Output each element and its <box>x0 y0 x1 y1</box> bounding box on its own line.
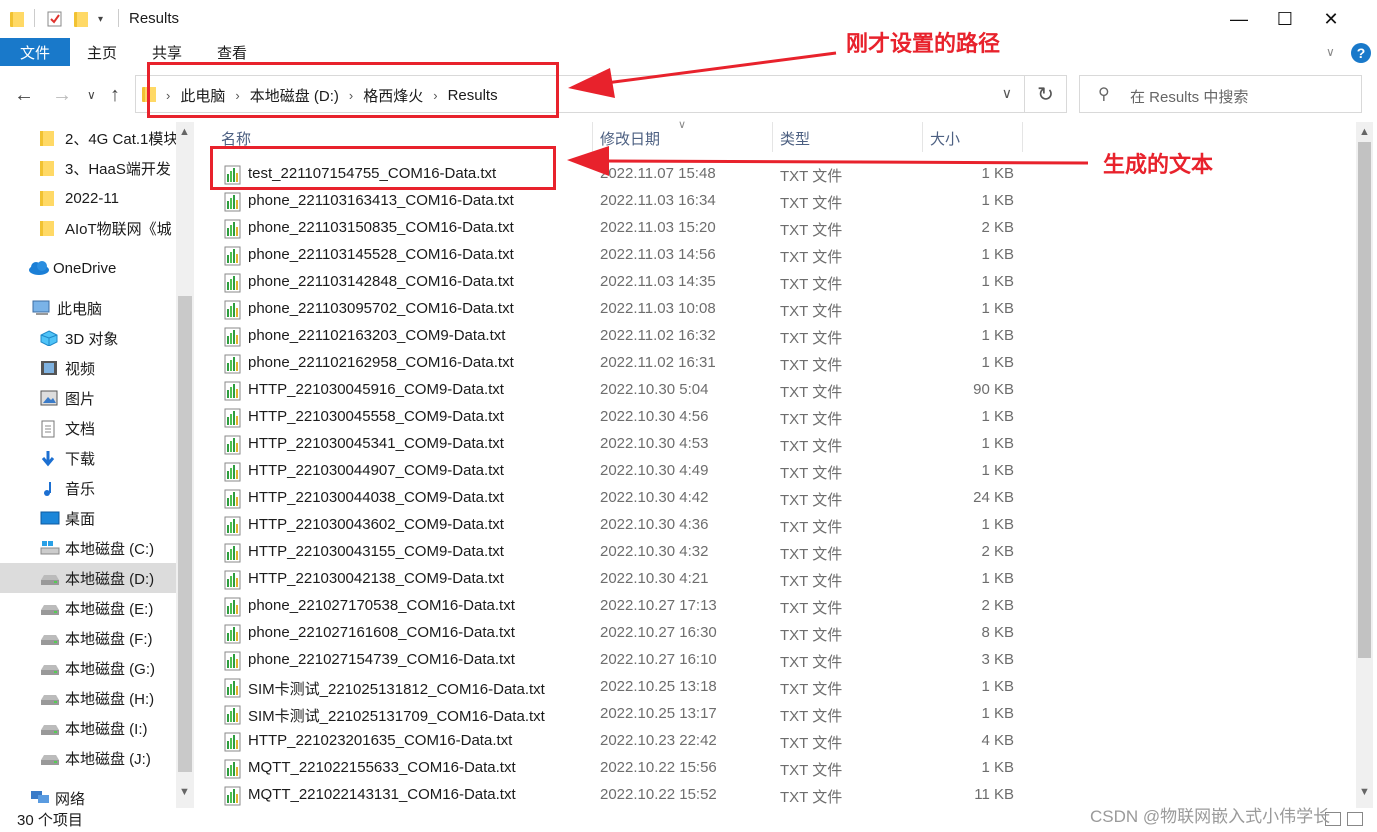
path-arrow <box>605 51 837 85</box>
path-arrowhead <box>568 68 615 98</box>
file-arrow <box>604 159 1089 165</box>
annotation-arrows <box>567 51 1089 176</box>
file-arrowhead <box>567 146 609 176</box>
watermark: CSDN @物联网嵌入式小伟学长 <box>1090 807 1331 826</box>
